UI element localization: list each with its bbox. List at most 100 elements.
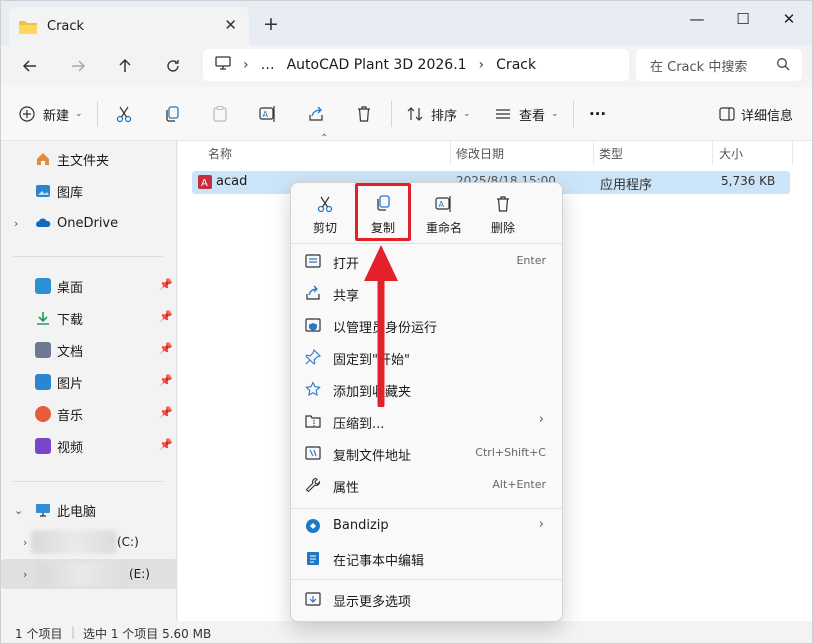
copy-button[interactable] [163,101,181,127]
menu-item-share[interactable]: 共享 [295,278,558,308]
menu-item-compress[interactable]: 压缩到... › [295,406,558,436]
menu-item-shortcut: Enter [516,254,546,267]
address-bar[interactable]: › … AutoCAD Plant 3D 2026.1 › Crack [203,49,629,81]
sidebar-item-desktop[interactable]: 桌面 📌 [1,271,177,301]
minimize-button[interactable]: — [674,5,720,33]
pin-icon[interactable]: 📌 [159,310,173,323]
sidebar-item-this-pc[interactable]: ⌄ 此电脑 [1,495,177,525]
chevron-down-icon: ⌄ [551,109,559,119]
column-header-date[interactable]: 修改日期 [456,141,504,165]
column-header-size[interactable]: 大小 [719,141,743,165]
forward-button[interactable] [65,53,91,79]
open-icon [305,254,321,268]
more-button[interactable]: ··· [589,101,606,127]
copy-icon [377,195,390,211]
tab-title: Crack [47,18,85,34]
view-label: 查看 [519,108,546,124]
column-header-name[interactable]: 名称 [208,141,232,165]
tab-crack[interactable]: Crack ✕ [9,7,249,45]
menu-rename-button[interactable]: A 重命名 [416,191,472,241]
rename-icon: A [435,196,451,212]
close-button[interactable]: ✕ [766,5,812,33]
sidebar-item-label: 下载 [57,312,84,328]
sidebar-item-pictures[interactable]: 图片 📌 [1,367,177,397]
menu-item-add-favorite[interactable]: 添加到收藏夹 [295,374,558,404]
menu-cut-button[interactable]: 剪切 [297,191,353,241]
menu-item-notepad[interactable]: 在记事本中编辑 [295,543,558,573]
new-button[interactable]: 新建 ⌄ [19,101,83,127]
sidebar-item-gallery[interactable]: 图库 [1,176,177,206]
details-button[interactable]: 详细信息 [719,101,793,127]
tab-close-icon[interactable]: ✕ [224,16,237,34]
star-icon [305,381,321,397]
navigation-bar: › … AutoCAD Plant 3D 2026.1 › Crack 在 Cr… [1,45,812,85]
delete-button[interactable] [355,101,373,127]
breadcrumb-autocad[interactable]: AutoCAD Plant 3D 2026.1 [287,57,467,73]
chevron-right-icon: › [538,412,544,427]
download-icon [35,310,51,326]
sidebar-item-videos[interactable]: 视频 📌 [1,431,177,461]
sort-arrow-icon: ⌃ [320,133,329,144]
home-icon [35,151,51,167]
menu-item-pin-to-start[interactable]: 固定到"开始" [295,342,558,372]
pin-icon[interactable]: 📌 [159,278,173,291]
view-button[interactable]: 查看 ⌄ [495,101,559,127]
pin-icon[interactable]: 📌 [159,342,173,355]
share-button[interactable] [307,101,325,127]
item-count: 1 个项目 [15,627,63,641]
sidebar-item-drive-c[interactable]: › (C:) [1,527,177,557]
pin-icon[interactable]: 📌 [159,374,173,387]
sidebar-item-music[interactable]: 音乐 📌 [1,399,177,429]
menu-item-open[interactable]: 打开 Enter [295,246,558,276]
search-input[interactable]: 在 Crack 中搜索 [636,49,802,81]
breadcrumb-overflow[interactable]: … [261,57,275,73]
zip-icon [305,415,321,428]
menu-delete-button[interactable]: 删除 [475,191,531,241]
back-button[interactable] [17,53,43,79]
maximize-button[interactable]: ☐ [720,5,766,33]
rename-button[interactable]: A [259,101,277,127]
menu-item-run-as-admin[interactable]: 以管理员身份运行 [295,310,558,340]
sidebar-item-documents[interactable]: 文档 📌 [1,335,177,365]
refresh-button[interactable] [160,53,186,79]
cut-button[interactable] [115,101,133,127]
more-options-icon [305,592,321,606]
menu-item-more-options[interactable]: 显示更多选项 [295,584,558,614]
column-header-type[interactable]: 类型 [599,141,623,165]
pin-icon[interactable]: 📌 [159,438,173,451]
chevron-right-icon[interactable]: › [23,536,27,549]
status-bar: 1 个项目 | 选中 1 个项目 5.60 MB [1,621,812,643]
menu-item-bandizip[interactable]: Bandizip › [295,511,558,541]
sidebar-item-home[interactable]: 主文件夹 [1,144,177,174]
menu-cut-label: 剪切 [312,221,337,235]
pin-icon[interactable]: 📌 [159,406,173,419]
notepad-icon [307,552,319,565]
up-button[interactable] [112,53,138,79]
delete-icon [358,106,370,122]
sidebar-item-label: 图库 [57,185,84,201]
file-size: 5,736 KB [721,174,776,188]
arrow-up-icon [119,58,131,72]
new-tab-button[interactable]: + [263,13,279,35]
menu-item-shortcut: Alt+Enter [492,478,546,491]
chevron-down-icon: ⌄ [463,109,471,119]
menu-item-copy-path[interactable]: 复制文件地址 Ctrl+Shift+C [295,438,558,468]
menu-copy-button[interactable]: 复制 [355,183,411,241]
chevron-right-icon[interactable]: › [23,568,27,581]
copy-icon [166,106,179,122]
onedrive-icon [35,215,51,231]
breadcrumb-crack[interactable]: Crack [496,57,536,73]
sidebar-item-downloads[interactable]: 下载 📌 [1,303,177,333]
share-icon [309,106,323,121]
sidebar-item-onedrive[interactable]: › OneDrive [1,208,177,238]
chevron-right-icon[interactable]: › [14,217,18,230]
gallery-icon [35,183,51,199]
details-label: 详细信息 [741,108,794,124]
sidebar-item-label: 桌面 [57,280,84,296]
sidebar-item-drive-e[interactable]: › (E:) [1,559,177,589]
breadcrumb-chevron: › [243,57,249,73]
menu-item-properties[interactable]: 属性 Alt+Enter [295,470,558,500]
paste-button[interactable] [211,101,229,127]
sort-button[interactable]: 排序 ⌄ [407,101,471,127]
chevron-down-icon[interactable]: ⌄ [14,504,23,517]
